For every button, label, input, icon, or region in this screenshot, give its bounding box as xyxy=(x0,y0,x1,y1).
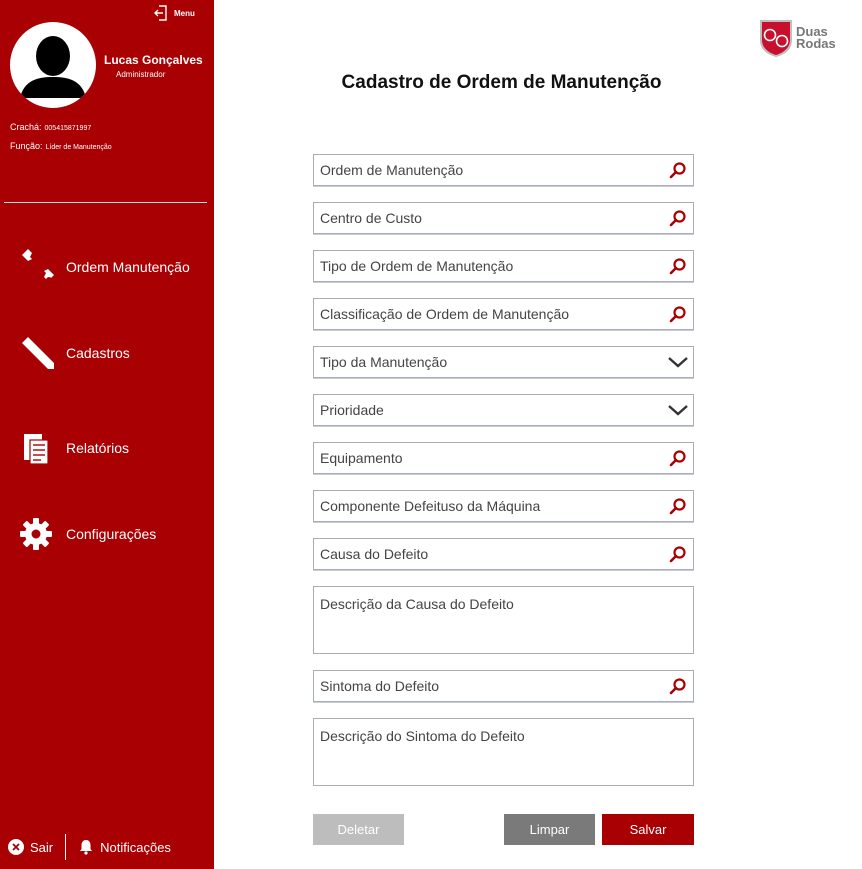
menu-exit-icon xyxy=(154,5,167,21)
nav-item-ordem-manutencao[interactable]: Ordem Manutenção xyxy=(14,245,190,289)
save-button[interactable]: Salvar xyxy=(602,814,694,845)
field-label: Centro de Custo xyxy=(320,210,422,226)
user-silhouette-icon xyxy=(20,36,86,98)
field-label: Ordem de Manutenção xyxy=(320,162,464,178)
footer-separator xyxy=(65,834,67,860)
function-info: Função: Líder de Manutenção xyxy=(10,141,112,151)
brand-line-2: Rodas xyxy=(796,36,836,51)
field-label: Tipo da Manutenção xyxy=(320,354,448,370)
search-icon[interactable] xyxy=(663,491,693,521)
report-icon xyxy=(14,426,58,470)
wrench-icon xyxy=(14,245,58,289)
nav-label: Ordem Manutenção xyxy=(66,259,190,275)
notifications-label: Notificações xyxy=(100,839,171,855)
field-label: Tipo de Ordem de Manutenção xyxy=(320,258,514,274)
gear-icon xyxy=(14,512,58,556)
function-value: Líder de Manutenção xyxy=(45,144,112,151)
chevron-down-icon[interactable] xyxy=(663,347,693,377)
chevron-down-icon[interactable] xyxy=(663,395,693,425)
field-equipamento[interactable]: Equipamento xyxy=(313,442,694,474)
brand-shield-icon xyxy=(760,20,792,57)
pencil-icon xyxy=(14,331,58,375)
sidebar-footer: Sair Notificações xyxy=(8,834,171,860)
avatar xyxy=(10,22,96,108)
field-componente-defeituoso[interactable]: Componente Defeituso da Máquina xyxy=(313,490,694,522)
field-ordem-manutencao[interactable]: Ordem de Manutenção xyxy=(313,154,694,186)
user-name: Lucas Gonçalves xyxy=(104,53,203,67)
close-circle-icon xyxy=(8,839,24,855)
search-icon[interactable] xyxy=(663,203,693,233)
nav-label: Configurações xyxy=(66,526,157,542)
delete-button[interactable]: Deletar xyxy=(313,814,404,845)
function-label: Função: xyxy=(10,141,43,151)
sidebar: Menu Lucas Gonçalves Administrador Crach… xyxy=(0,0,214,869)
nav-label: Cadastros xyxy=(66,345,130,361)
logout-button[interactable]: Sair xyxy=(8,839,53,855)
bell-icon xyxy=(80,840,93,855)
field-label: Componente Defeituso da Máquina xyxy=(320,498,541,514)
badge-value: 005415871997 xyxy=(44,125,92,132)
field-classificacao-ordem[interactable]: Classificação de Ordem de Manutenção xyxy=(313,298,694,330)
textarea-descricao-causa[interactable]: Descrição da Causa do Defeito xyxy=(313,586,694,654)
page-title: Cadastro de Ordem de Manutenção xyxy=(341,72,662,93)
field-label: Equipamento xyxy=(320,450,403,466)
badge-label: Crachá: xyxy=(10,122,42,132)
select-prioridade[interactable]: Prioridade xyxy=(313,394,694,426)
field-label: Sintoma do Defeito xyxy=(320,678,440,694)
search-icon[interactable] xyxy=(663,539,693,569)
sidebar-divider xyxy=(4,202,207,203)
search-icon[interactable] xyxy=(663,443,693,473)
search-icon[interactable] xyxy=(663,155,693,185)
field-label: Classificação de Ordem de Manutenção xyxy=(320,306,570,322)
badge-info: Crachá: 005415871997 xyxy=(10,122,91,132)
nav-label: Relatórios xyxy=(66,440,130,456)
brand-wordmark: Duas Rodas xyxy=(796,25,836,51)
notifications-button[interactable]: Notificações xyxy=(78,839,171,855)
search-icon[interactable] xyxy=(663,671,693,701)
user-role: Administrador xyxy=(116,70,166,79)
search-icon[interactable] xyxy=(663,251,693,281)
nav-item-relatorios[interactable]: Relatórios xyxy=(14,426,129,470)
menu-label: Menu xyxy=(174,8,195,18)
field-label: Prioridade xyxy=(320,402,384,418)
field-sintoma-defeito[interactable]: Sintoma do Defeito xyxy=(313,670,694,702)
select-tipo-manutencao[interactable]: Tipo da Manutenção xyxy=(313,346,694,378)
clear-button[interactable]: Limpar xyxy=(504,814,595,845)
brand-logo: Duas Rodas xyxy=(758,18,836,58)
textarea-descricao-sintoma[interactable]: Descrição do Sintoma do Defeito xyxy=(313,718,694,786)
nav-item-cadastros[interactable]: Cadastros xyxy=(14,331,130,375)
field-centro-custo[interactable]: Centro de Custo xyxy=(313,202,694,234)
search-icon[interactable] xyxy=(663,299,693,329)
nav-item-configuracoes[interactable]: Configurações xyxy=(14,512,156,556)
logout-label: Sair xyxy=(30,839,54,855)
field-tipo-ordem[interactable]: Tipo de Ordem de Manutenção xyxy=(313,250,694,282)
field-label: Causa do Defeito xyxy=(320,546,429,562)
menu-toggle[interactable]: Menu xyxy=(154,5,195,21)
field-causa-defeito[interactable]: Causa do Defeito xyxy=(313,538,694,570)
